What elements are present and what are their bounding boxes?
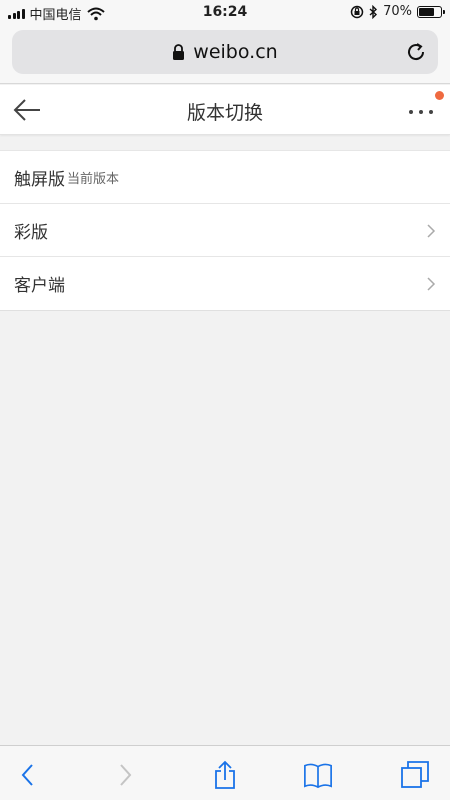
list-item-label: 彩版: [14, 222, 48, 243]
page-header: 版本切换: [0, 85, 450, 135]
list-item-touch-version[interactable]: 触屏版 当前版本: [0, 151, 450, 204]
battery-fill: [419, 7, 434, 16]
toolbar-bookmarks-button[interactable]: [303, 760, 333, 790]
battery-icon: [417, 5, 445, 18]
url-text: weibo.cn: [193, 41, 278, 63]
toolbar-back-button[interactable]: [12, 760, 42, 790]
orientation-lock-icon: [350, 5, 364, 18]
battery-percent: 70%: [383, 4, 412, 19]
browser-url-area: weibo.cn: [0, 24, 450, 84]
list-item-label: 客户端: [14, 276, 65, 296]
list-item-color-version[interactable]: 彩版: [0, 204, 450, 257]
browser-toolbar: [0, 745, 450, 800]
bluetooth-icon: [369, 4, 378, 19]
current-version-tag: 当前版本: [67, 171, 120, 187]
status-bar: 中国电信 16:24 70%: [0, 0, 450, 24]
toolbar-forward-button[interactable]: [111, 760, 141, 790]
toolbar-tabs-button[interactable]: [400, 760, 430, 790]
forward-icon: [120, 764, 132, 786]
notification-dot: [435, 91, 444, 100]
list-item-client[interactable]: 客户端: [0, 257, 450, 310]
toolbar-share-button[interactable]: [210, 760, 240, 790]
chevron-right-icon: [427, 277, 436, 291]
bookmarks-icon: [304, 763, 332, 789]
page-title: 版本切换: [186, 102, 263, 124]
reload-icon[interactable]: [404, 40, 428, 64]
chevron-right-icon: [427, 224, 436, 238]
share-icon: [215, 760, 235, 789]
lock-icon: [173, 43, 185, 60]
version-list: 触屏版 当前版本 彩版 客户端: [0, 150, 450, 311]
back-icon: [21, 764, 33, 786]
address-bar[interactable]: weibo.cn: [12, 30, 438, 74]
url-display[interactable]: weibo.cn: [12, 30, 438, 74]
list-item-label: 触屏版: [14, 169, 65, 190]
more-icon[interactable]: [406, 97, 438, 123]
tabs-icon: [401, 761, 429, 788]
status-right: 70%: [350, 4, 445, 19]
